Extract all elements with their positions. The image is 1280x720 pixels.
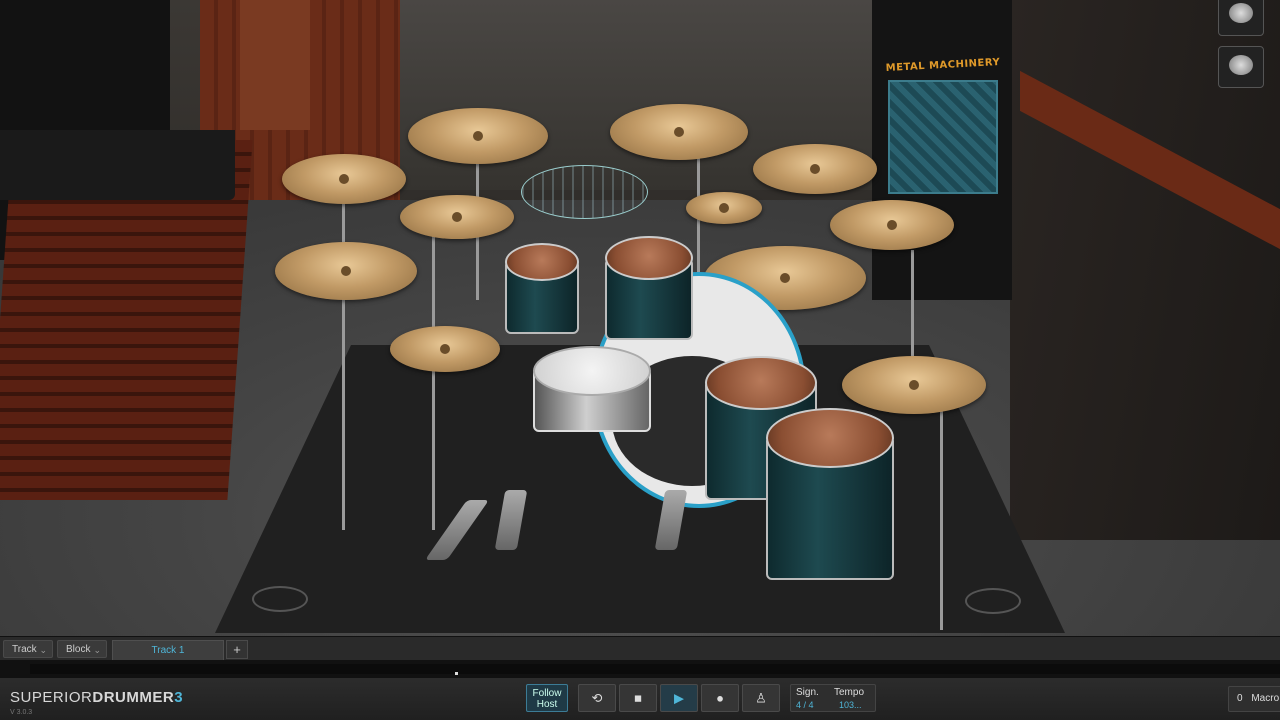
follow-host-label-2: Host [536, 699, 558, 710]
room-thumbnail-1[interactable] [1218, 0, 1264, 36]
metronome-button[interactable]: ♙ [742, 684, 780, 712]
chevron-down-icon: ⌄ [93, 645, 101, 655]
cymbal-stand [940, 400, 943, 630]
splash-cymbal-small[interactable] [686, 192, 762, 224]
ride-cymbal-left[interactable] [275, 242, 417, 300]
block-menu[interactable]: Block ⌄ [57, 640, 107, 658]
track-bar: Track ⌄ Block ⌄ Track 1 + [0, 636, 1280, 661]
transport-controls: Follow Host ⟲ ■ ▶ ● ♙ Sign. 4 / 4 Tempo … [526, 682, 876, 714]
song-timeline[interactable] [0, 660, 1280, 679]
add-track-button[interactable]: + [226, 640, 248, 659]
timeline-lane[interactable] [30, 664, 1280, 674]
rack-tom-2-head[interactable] [605, 236, 693, 280]
follow-host-label-1: Follow [532, 688, 562, 699]
play-button[interactable]: ▶ [660, 684, 698, 712]
tab-track-1[interactable]: Track 1 [112, 640, 224, 661]
drum-thumbnail-icon [1229, 55, 1253, 75]
app-version: V 3.0.3 [10, 709, 33, 716]
follow-host-button[interactable]: Follow Host [526, 684, 568, 712]
play-icon: ▶ [674, 690, 684, 706]
macro-count: 0 [1237, 693, 1243, 704]
loop-button[interactable]: ⟲ [578, 684, 616, 712]
kit-banner: METAL MACHINERY [872, 0, 1012, 300]
console-top [0, 130, 235, 200]
playhead-marker[interactable] [455, 672, 458, 675]
stop-button[interactable]: ■ [619, 684, 657, 712]
tempo-value[interactable]: 103... [839, 700, 862, 710]
floor-tom-2-head[interactable] [766, 408, 894, 468]
transport-bar: SUPERIORDRUMMER3 V 3.0.3 Follow Host ⟲ ■… [0, 678, 1280, 720]
rug-logo [252, 586, 308, 612]
chevron-down-icon: ⌄ [39, 645, 47, 655]
hihat[interactable] [390, 326, 500, 372]
app-logo: SUPERIORDRUMMER3 [10, 689, 183, 706]
block-menu-label: Block [66, 644, 91, 655]
signature-value[interactable]: 4 / 4 [796, 700, 814, 710]
crash-cymbal-low[interactable] [842, 356, 986, 414]
rug-logo [965, 588, 1021, 614]
brand-word-2: DRUMMER [92, 689, 175, 706]
banner-art [888, 80, 998, 194]
drum-thumbnail-icon [1229, 3, 1253, 23]
record-icon: ● [716, 690, 724, 706]
snare-head[interactable] [533, 346, 651, 396]
room-door [240, 0, 310, 130]
macro-label: Macro [1251, 693, 1280, 704]
signature-tempo-display[interactable]: Sign. 4 / 4 Tempo 103... [790, 684, 876, 712]
loop-icon: ⟲ [591, 690, 603, 706]
brand-word-1: SUPERIOR [10, 689, 93, 706]
floor-tom-1-head[interactable] [705, 356, 817, 410]
record-button[interactable]: ● [701, 684, 739, 712]
room-thumbnail-2[interactable] [1218, 46, 1264, 88]
track-menu[interactable]: Track ⌄ [3, 640, 53, 658]
metronome-icon: ♙ [755, 690, 767, 706]
crash-cymbal-left[interactable] [282, 154, 406, 204]
tempo-label: Tempo [834, 687, 865, 698]
banner-title: METAL MACHINERY [885, 57, 1001, 74]
crash-cymbal[interactable] [408, 108, 548, 164]
china-cymbal[interactable] [753, 144, 877, 194]
stop-icon: ■ [634, 690, 642, 706]
brand-number: 3 [174, 689, 184, 706]
track-menu-label: Track [12, 644, 37, 655]
overhead-mic-grid [521, 165, 648, 219]
rack-tom-1-head[interactable] [505, 243, 579, 281]
macro-button[interactable]: 0 Macro [1228, 686, 1280, 712]
cymbal-stand [432, 230, 435, 530]
ride-cymbal-top[interactable] [610, 104, 748, 160]
splash-cymbal[interactable] [400, 195, 514, 239]
crash-cymbal-right[interactable] [830, 200, 954, 250]
signature-label: Sign. [796, 687, 819, 698]
drum-kit-view: METAL MACHINERY [0, 0, 1280, 636]
